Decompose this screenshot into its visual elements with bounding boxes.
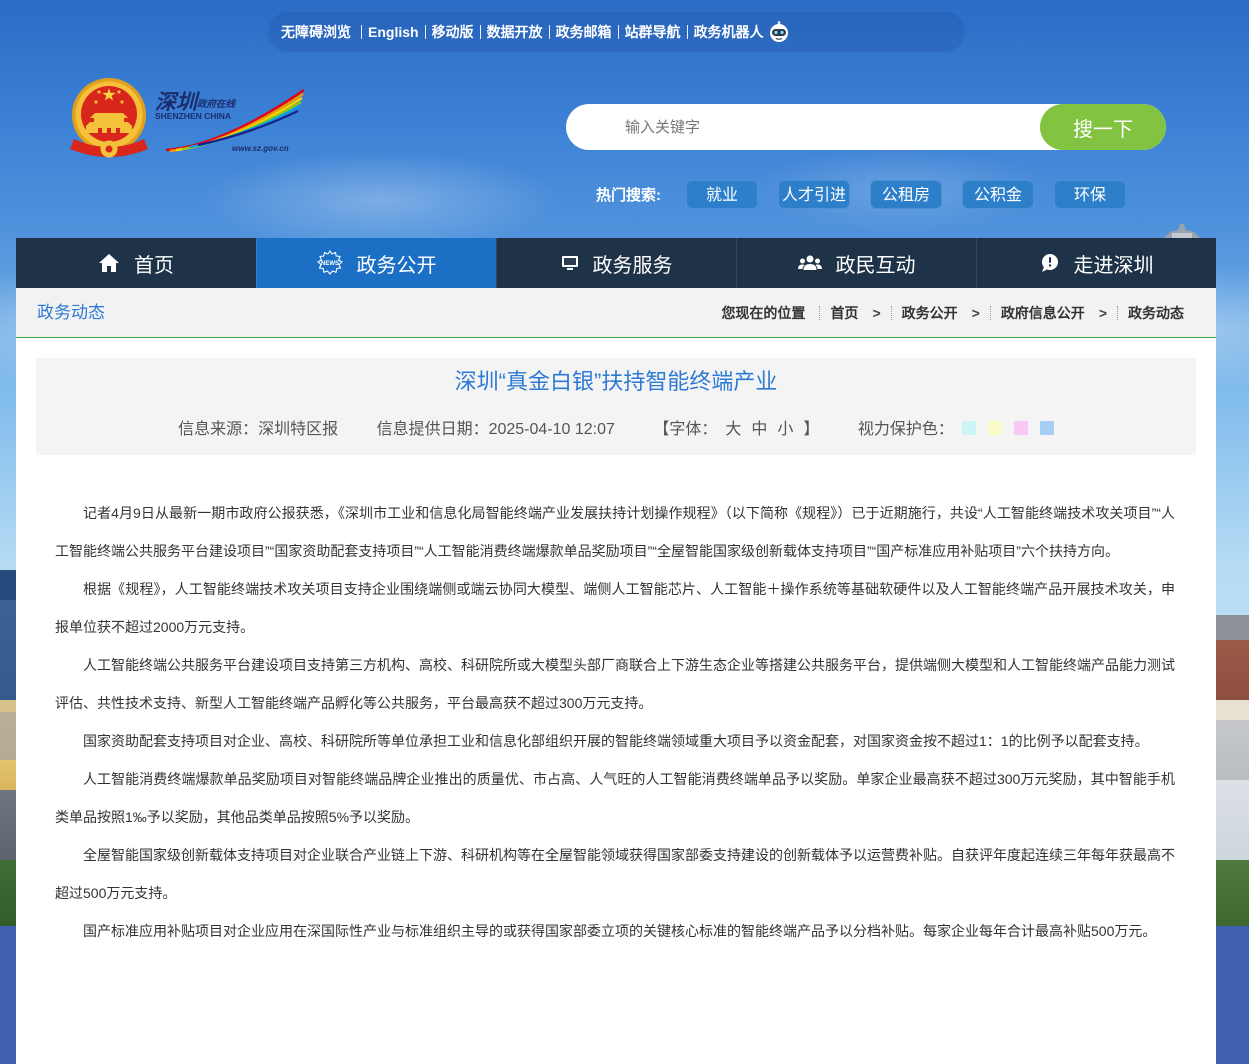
nav-item-gov-services[interactable]: 政务服务 [496,238,736,288]
font-size-large[interactable]: 大 [725,421,741,438]
breadcrumb-home[interactable]: 首页 [830,303,858,323]
article-paragraph: 全屋智能国家级创新载体支持项目对企业联合产业链上下游、科研机构等在全屋智能领域获… [55,847,1175,901]
nav-item-gov-affairs[interactable]: NEWS 政务公开 [256,238,496,288]
article-date: 信息提供日期：2025-04-10 12:07 [377,418,615,442]
hot-search-item[interactable]: 就业 [686,180,758,209]
separator [424,25,426,39]
nav-item-about-shenzhen[interactable]: 走进深圳 [976,238,1216,288]
shenzhen-logo[interactable]: 深圳 政府在线 SHENZHEN CHINA www.sz.gov.cn [152,84,307,156]
nav-label: 政民互动 [835,254,916,277]
search-button[interactable]: 搜一下 [1040,104,1166,150]
article-paragraph: 记者4月9日从最新一期市政府公报获悉，《深圳市工业和信息化局智能终端产业发展扶持… [55,505,1175,559]
article-paragraph: 国产标准应用补贴项目对企业应用在深国际性产业与标准组织主导的或获得国家部委立项的… [83,923,1157,939]
skyline-right [1216,615,1249,926]
eye-care-swatch[interactable] [987,421,1002,435]
article-paragraph: 人工智能终端公共服务平台建设项目支持第三方机构、高校、科研院所或大模型头部厂商联… [55,657,1175,711]
nav-label: 政务服务 [592,254,673,277]
hot-search-item[interactable]: 公积金 [962,180,1034,209]
breadcrumb-gov-affairs[interactable]: 政务公开 [902,303,958,323]
news-icon-text: NEWS [321,261,339,267]
separator [890,305,892,320]
robot-icon[interactable] [768,21,790,43]
source-value: 深圳特区报 [258,421,339,438]
site-nav-link[interactable]: 站群导航 [625,22,681,42]
eye-care-control: 视力保护色： [858,418,1054,442]
font-size-control: 【字体： 大中小】 [653,418,819,442]
breadcrumb: 您现在的位置 首页 > 政务公开 > 政府信息公开 > 政务动态 [721,288,1184,337]
logo-url: www.sz.gov.cn [232,144,289,153]
section-title: 政务动态 [37,303,105,322]
breadcrumb-arrow: > [1098,304,1107,321]
nav-item-home[interactable]: 首页 [16,238,256,288]
skyline-left [0,570,16,926]
source-label: 信息来源： [178,421,259,438]
hot-search-label: 热门搜索: [596,187,661,204]
search-box: 搜一下 [566,104,1166,150]
article-body: 记者4月9日从最新一期市政府公报获悉，《深圳市工业和信息化局智能终端产业发展扶持… [55,494,1175,950]
breadcrumb-gov-news[interactable]: 政务动态 [1128,303,1184,323]
eye-care-swatch[interactable] [1039,421,1054,435]
nav-label: 首页 [134,254,174,277]
breadcrumb-arrow: > [872,304,881,321]
article-paragraph: 人工智能消费终端爆款单品奖励项目对智能终端品牌企业推出的质量优、市占高、人气旺的… [55,771,1175,825]
font-size-close: 】 [803,421,820,438]
news-icon: NEWS [316,250,343,275]
nav-label: 政务公开 [356,254,437,277]
article-paragraph: 国家资助配套支持项目对企业、高校、科研院所等单位承担工业和信息化部组织开展的智能… [83,733,1149,749]
nav-item-interaction[interactable]: 政民互动 [736,238,976,288]
skyline-tower [1164,224,1200,238]
open-data-link[interactable]: 数据开放 [487,22,543,42]
separator [1117,305,1118,320]
mobile-link[interactable]: 移动版 [432,22,474,42]
location-label: 您现在的位置 [721,304,806,321]
article-source: 信息来源：深圳特区报 [178,418,338,442]
separator [479,25,481,39]
font-size-small[interactable]: 小 [777,421,793,438]
main-content: 首页 NEWS 政务公开 政务服务 政民互动 走进深圳 政务动态 您现在的位置 … [16,238,1216,1064]
hot-search-item[interactable]: 公租房 [870,180,942,209]
article-paragraph: 根据《规程》，人工智能终端技术攻关项目支持企业围绕端侧或端云协同大模型、端侧人工… [55,581,1175,635]
hot-search: 热门搜索: 就业 人才引进 公租房 公积金 环保 [596,180,1126,209]
accessibility-link[interactable]: 无障碍浏览 [281,22,351,42]
nav-label: 走进深圳 [1073,254,1154,277]
separator [989,305,991,320]
breadcrumb-bar: 政务动态 您现在的位置 首页 > 政务公开 > 政府信息公开 > 政务动态 [16,288,1216,338]
chat-icon [1041,254,1058,272]
breadcrumb-info-disclosure[interactable]: 政府信息公开 [1001,303,1085,323]
breadcrumb-arrow: > [971,304,980,321]
separator [617,25,619,39]
home-icon [99,254,119,272]
top-links-bar: 无障碍浏览 English 移动版 数据开放 政务邮箱 站群导航 政务机器人 [268,12,965,52]
separator [548,25,550,39]
monitor-icon [561,256,578,270]
eye-care-swatch[interactable] [1013,421,1028,435]
gov-mail-link[interactable]: 政务邮箱 [556,22,612,42]
english-link[interactable]: English [368,24,419,40]
font-size-label: 【字体： [653,421,718,438]
article-meta: 信息来源：深圳特区报 信息提供日期：2025-04-10 12:07 【字体： 大… [36,418,1196,442]
users-icon [797,255,822,270]
date-label: 信息提供日期： [376,421,489,438]
font-size-medium[interactable]: 中 [751,421,767,438]
separator [819,305,821,320]
main-nav: 首页 NEWS 政务公开 政务服务 政民互动 走进深圳 [16,238,1216,288]
eye-care-label: 视力保护色： [857,421,954,438]
article-header: 深圳“真金白银”扶持智能终端产业 信息来源：深圳特区报 信息提供日期：2025-… [36,358,1196,455]
national-emblem-icon[interactable] [68,77,150,161]
separator [361,25,362,39]
eye-care-swatch[interactable] [961,421,976,435]
logo-english: SHENZHEN CHINA [155,111,231,121]
separator [686,25,688,39]
hot-search-item[interactable]: 环保 [1054,180,1126,209]
logo-tagline: 政府在线 [197,98,237,110]
article-title: 深圳“真金白银”扶持智能终端产业 [454,369,778,394]
gov-robot-link[interactable]: 政务机器人 [694,22,764,42]
hot-search-item[interactable]: 人才引进 [778,180,850,209]
date-value: 2025-04-10 12:07 [488,421,615,438]
